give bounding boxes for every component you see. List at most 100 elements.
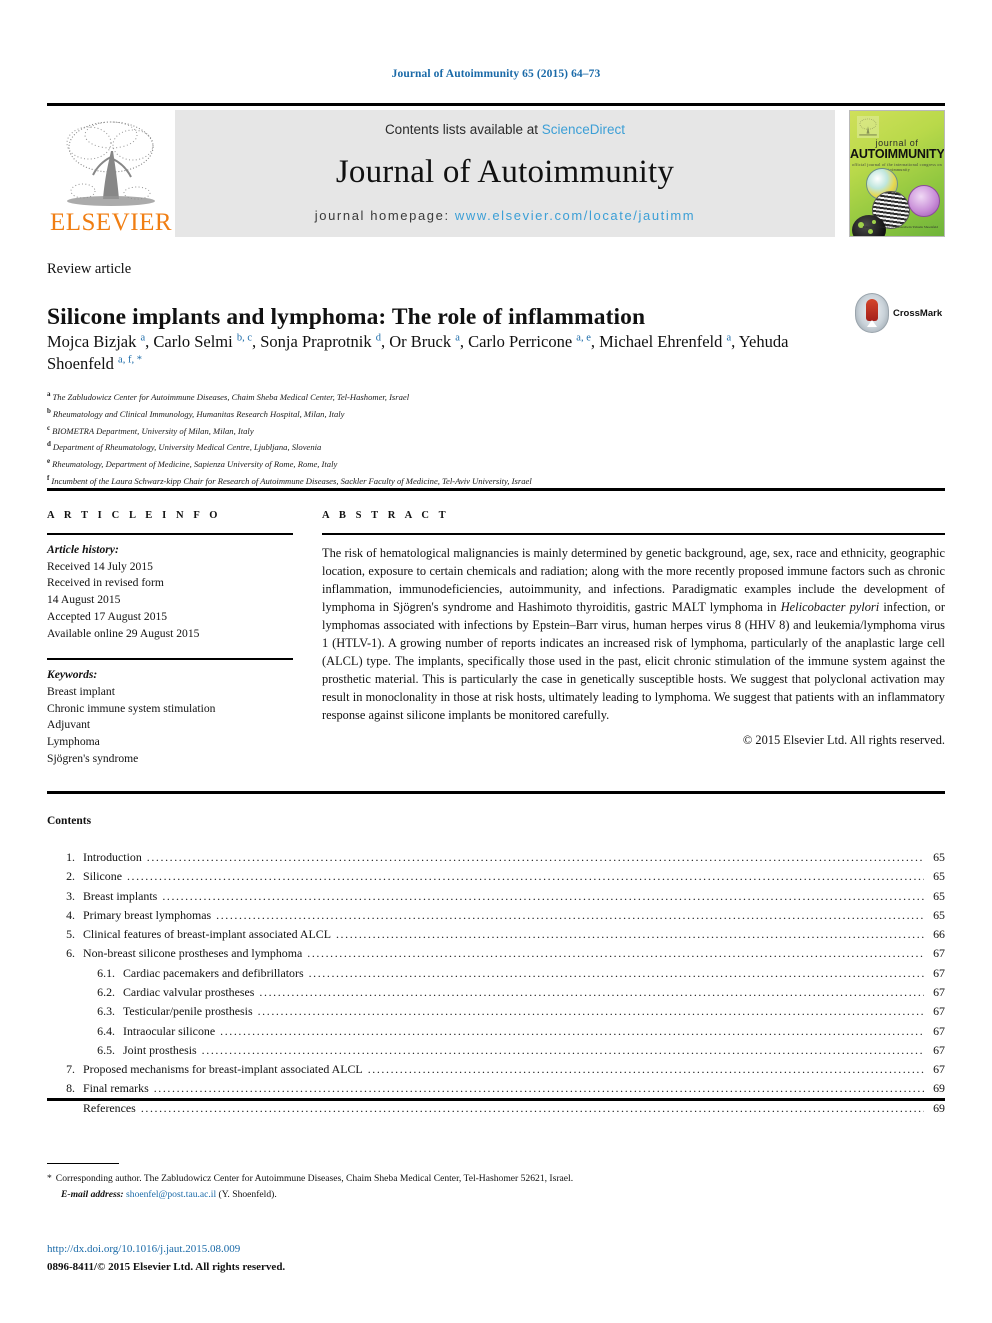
- journal-homepage-label: journal homepage:: [314, 208, 455, 223]
- crossmark-icon: [855, 293, 889, 333]
- article-history-block: Article history: Received 14 July 2015 Re…: [47, 542, 293, 644]
- toc-row[interactable]: 8. Final remarks.........................…: [47, 1079, 945, 1098]
- toc-row[interactable]: 6.5. Joint prosthesis....................…: [47, 1041, 945, 1060]
- toc-row[interactable]: 7. Proposed mechanisms for breast-implant…: [47, 1060, 945, 1079]
- affiliation-item: c BIOMETRA Department, University of Mila…: [47, 422, 927, 439]
- author-affiliation-marker: a, f, *: [118, 354, 142, 366]
- toc-row[interactable]: 6. Non-breast silicone prostheses and lym…: [47, 944, 945, 963]
- toc-leader-dots: ........................................…: [259, 984, 924, 999]
- toc-row[interactable]: 4. Primary breast lymphomas..............…: [47, 906, 945, 925]
- contents-heading: Contents: [47, 815, 92, 827]
- toc-row[interactable]: References..............................…: [47, 1099, 945, 1118]
- sciencedirect-link[interactable]: ScienceDirect: [542, 122, 625, 137]
- toc-label: Clinical features of breast-implant asso…: [83, 927, 331, 942]
- toc-page-number: 67: [933, 1004, 945, 1019]
- toc-page-number: 67: [933, 1062, 945, 1077]
- article-history-item: 14 August 2015: [47, 593, 121, 607]
- crossmark-badge[interactable]: CrossMark: [855, 293, 945, 333]
- toc-row[interactable]: 5. Clinical features of breast-implant as…: [47, 925, 945, 944]
- toc-leader-dots: ........................................…: [126, 869, 924, 884]
- author-list: Mojca Bizjak a, Carlo Selmi b, c, Sonja …: [47, 331, 837, 375]
- toc-leader-dots: ........................................…: [308, 965, 924, 980]
- article-history-item: Received 14 July 2015: [47, 559, 153, 573]
- toc-number: 4.: [66, 907, 75, 922]
- toc-leader-dots: ........................................…: [162, 888, 924, 903]
- keyword-item: Adjuvant: [47, 718, 91, 732]
- toc-leader-dots: ........................................…: [220, 1023, 924, 1038]
- toc-number: 6.4.: [97, 1023, 115, 1038]
- cover-autoimmunity-text: AUTOIMMUNITY: [850, 147, 945, 161]
- abstract-italic-term: Helicobacter pylori: [780, 599, 880, 614]
- keyword-item: Sjögren's syndrome: [47, 752, 139, 766]
- toc-row[interactable]: 2. Silicone..............................…: [47, 867, 945, 886]
- affiliation-item: a The Zabludowicz Center for Autoimmune D…: [47, 388, 927, 405]
- toc-label: Joint prosthesis: [123, 1042, 197, 1057]
- author-separator: ,: [731, 332, 739, 351]
- email-address-link[interactable]: shoenfel@post.tau.ac.il: [126, 1189, 216, 1200]
- journal-cover-thumbnail[interactable]: journal of AUTOIMMUNITY official journal…: [849, 110, 945, 237]
- toc-page-number: 67: [933, 965, 945, 980]
- doi-link[interactable]: http://dx.doi.org/10.1016/j.jaut.2015.08…: [47, 1243, 240, 1255]
- toc-number: 6.: [66, 946, 75, 961]
- toc-label: Introduction: [83, 850, 142, 864]
- toc-label: Testicular/penile prosthesis: [123, 1004, 253, 1019]
- contents-available-prefix: Contents lists available at: [384, 122, 542, 137]
- toc-page-number: 65: [933, 888, 945, 903]
- article-history-item: Available online 29 August 2015: [47, 627, 200, 641]
- page-title: Silicone implants and lymphoma: The role…: [47, 303, 646, 330]
- author-name: Sonja Praprotnik: [260, 332, 376, 351]
- affiliation-item: b Rheumatology and Clinical Immunology, H…: [47, 405, 927, 422]
- toc-number: 8.: [66, 1081, 75, 1096]
- toc-leader-dots: ........................................…: [257, 1004, 924, 1019]
- article-history-items: Received 14 July 2015 Received in revised…: [47, 559, 293, 644]
- toc-label: Primary breast lymphomas: [83, 907, 212, 922]
- toc-number: 6.2.: [97, 984, 115, 999]
- abstract-section: A B S T R A C T The risk of hematologica…: [322, 510, 945, 748]
- article-history-item: Received in revised form: [47, 576, 164, 590]
- toc-number: 2.: [66, 869, 75, 884]
- toc-page-number: 69: [933, 1100, 945, 1115]
- toc-row[interactable]: 6.4. Intraocular silicone................…: [47, 1022, 945, 1041]
- author-name: Carlo Perricone: [468, 332, 577, 351]
- affiliation-text: Rheumatology and Clinical Immunology, Hu…: [52, 408, 345, 419]
- toc-row[interactable]: 6.3. Testicular/penile prosthesis........…: [47, 1002, 945, 1021]
- footnote-rule: [47, 1163, 119, 1165]
- affiliation-text: Department of Rheumatology, University M…: [52, 442, 322, 453]
- toc-label: Final remarks: [83, 1081, 149, 1096]
- email-note: E-mail address: shoenfel@post.tau.ac.il …: [47, 1187, 927, 1203]
- contents-bottom-rule: [47, 1098, 945, 1101]
- cover-elsevier-tree-icon: [857, 116, 879, 138]
- toc-leader-dots: ........................................…: [201, 1042, 924, 1057]
- affiliation-text: Rheumatology, Department of Medicine, Sa…: [52, 459, 338, 470]
- affiliation-marker: f: [47, 474, 50, 483]
- toc-label: Silicone: [83, 869, 122, 884]
- toc-number: 6.3.: [97, 1004, 115, 1019]
- abstract-heading: A B S T R A C T: [322, 510, 450, 521]
- toc-leader-dots: ........................................…: [307, 946, 924, 961]
- toc-row[interactable]: 1. Introduction..........................…: [47, 848, 945, 867]
- toc-row[interactable]: 6.2. Cardiac valvular prostheses.........…: [47, 983, 945, 1002]
- article-first-page: Journal of Autoimmunity 65 (2015) 64–73: [0, 0, 992, 1323]
- journal-homepage-link[interactable]: www.elsevier.com/locate/jautimm: [455, 208, 695, 223]
- toc-label: Proposed mechanisms for breast-implant a…: [83, 1062, 363, 1077]
- toc-page-number: 65: [933, 850, 945, 864]
- article-history-item: Accepted 17 August 2015: [47, 610, 168, 624]
- toc-page-number: 67: [933, 946, 945, 961]
- toc-row[interactable]: 6.1. Cardiac pacemakers and defibrillator…: [47, 964, 945, 983]
- article-info-heading: A R T I C L E I N F O: [47, 510, 222, 521]
- affiliation-text: Incumbent of the Laura Schwarz-kipp Chai…: [51, 475, 532, 486]
- toc-page-number: 67: [933, 984, 945, 999]
- affiliation-item: f Incumbent of the Laura Schwarz-kipp Cha…: [47, 472, 927, 489]
- toc-row[interactable]: 3. Breast implants.......................…: [47, 887, 945, 906]
- article-info-section: A R T I C L E I N F O Article history: R…: [47, 510, 293, 768]
- running-head: Journal of Autoimmunity 65 (2015) 64–73: [391, 68, 601, 80]
- author-name: Carlo Selmi: [153, 332, 237, 351]
- keywords-items: Breast implant Chronic immune system stim…: [47, 684, 293, 769]
- affiliation-text: The Zabludowicz Center for Autoimmune Di…: [52, 391, 410, 402]
- article-history-label: Article history:: [47, 542, 119, 556]
- toc-page-number: 67: [933, 1042, 945, 1057]
- toc-leader-dots: ........................................…: [367, 1062, 924, 1077]
- author-name: Or Bruck: [389, 332, 456, 351]
- journal-title: Journal of Autoimmunity: [335, 154, 675, 190]
- toc-leader-dots: ........................................…: [153, 1081, 924, 1096]
